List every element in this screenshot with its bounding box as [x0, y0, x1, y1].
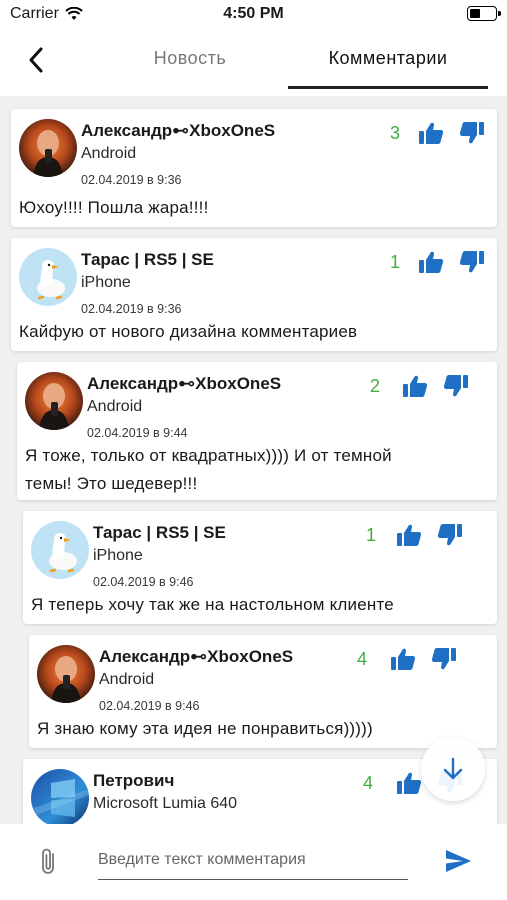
scroll-down-button[interactable] — [421, 737, 485, 801]
chevron-left-icon — [29, 47, 43, 73]
comment-card[interactable]: Александр⊷XboxOneS Android 02.04.2019 в 9:… — [11, 109, 497, 227]
comment-device: iPhone — [93, 547, 143, 564]
thumbs-up-icon — [403, 375, 428, 397]
comment-card[interactable]: Александр⊷XboxOneS Android 02.04.2019 в 9:… — [29, 635, 497, 748]
comment-score: 1 — [365, 525, 376, 545]
tab-news[interactable]: Новость — [110, 48, 270, 69]
comment-author[interactable]: Петрович — [93, 771, 174, 791]
comment-text-line: Я знаю кому эта идея не понравиться))))) — [37, 719, 373, 738]
comment-device: Android — [99, 671, 155, 688]
thumbs-down-icon — [443, 375, 468, 397]
comment-text-line: Я теперь хочу так же на настольном клиен… — [31, 595, 394, 614]
comment-text-line: темы! Это шедевер!!! — [25, 474, 198, 493]
send-icon — [446, 850, 471, 872]
comment-card[interactable]: Тарас | RS5 | SE iPhone 02.04.2019 в 9:36 1… — [11, 238, 497, 351]
thumbs-down-icon — [459, 251, 484, 273]
status-time: 4:50 PM — [223, 5, 284, 22]
thumbs-up-icon — [397, 772, 422, 794]
comment-text-line: Юхоу!!!! Пошла жара!!!! — [19, 198, 209, 217]
comment-date: 02.04.2019 в 9:46 — [93, 575, 194, 589]
comment-date: 02.04.2019 в 9:36 — [81, 302, 182, 316]
top-navigation: Новость Комментарии — [0, 30, 507, 90]
thumbs-up-icon — [419, 251, 444, 273]
comment-text-line: Я тоже, только от квадратных)))) И от те… — [25, 446, 392, 465]
avatar[interactable] — [19, 248, 77, 306]
thumbs-up-icon — [397, 524, 422, 546]
dislike-button[interactable] — [443, 374, 469, 398]
comment-card[interactable]: Александр⊷XboxOneS Android 02.04.2019 в 9:… — [17, 362, 497, 500]
arrow-down-icon — [443, 757, 463, 780]
comment-author[interactable]: Александр⊷XboxOneS — [81, 121, 275, 141]
like-button[interactable] — [418, 250, 444, 274]
comment-author[interactable]: Александр⊷XboxOneS — [99, 647, 293, 667]
status-bar: Carrier 4:50 PM — [0, 0, 507, 30]
back-button[interactable] — [22, 44, 50, 76]
like-button[interactable] — [418, 121, 444, 145]
like-button[interactable] — [390, 647, 416, 671]
comment-author[interactable]: Тарас | RS5 | SE — [93, 523, 226, 543]
avatar[interactable] — [19, 119, 77, 177]
avatar[interactable] — [25, 372, 83, 430]
comments-feed[interactable]: Александр⊷XboxOneS Android 02.04.2019 в 9:… — [0, 96, 507, 824]
paperclip-icon — [42, 848, 54, 874]
dislike-button[interactable] — [459, 250, 485, 274]
comment-author[interactable]: Тарас | RS5 | SE — [81, 250, 214, 270]
dislike-button[interactable] — [437, 523, 463, 547]
avatar[interactable] — [31, 521, 89, 579]
comment-device: Android — [87, 398, 143, 415]
comment-score: 2 — [369, 376, 380, 396]
comment-score: 4 — [362, 773, 373, 793]
comment-card[interactable]: Тарас | RS5 | SE iPhone 02.04.2019 в 9:46 1… — [23, 511, 497, 624]
dislike-button[interactable] — [431, 647, 457, 671]
avatar[interactable] — [37, 645, 95, 703]
comment-input[interactable] — [98, 840, 408, 880]
comment-date: 02.04.2019 в 9:44 — [87, 426, 188, 440]
like-button[interactable] — [396, 771, 422, 795]
battery-icon — [467, 6, 501, 21]
like-button[interactable] — [396, 523, 422, 547]
active-tab-indicator — [288, 86, 488, 89]
comment-author[interactable]: Александр⊷XboxOneS — [87, 374, 281, 394]
thumbs-down-icon — [459, 122, 484, 144]
like-button[interactable] — [402, 374, 428, 398]
attach-button[interactable] — [36, 846, 62, 878]
avatar[interactable] — [31, 769, 89, 824]
comment-device: iPhone — [81, 274, 131, 291]
comment-device: Android — [81, 145, 137, 162]
comment-composer — [0, 824, 507, 900]
dislike-button[interactable] — [459, 121, 485, 145]
comment-score: 1 — [389, 252, 400, 272]
thumbs-up-icon — [419, 122, 444, 144]
tab-comments[interactable]: Комментарии — [288, 48, 488, 69]
comment-score: 3 — [389, 123, 400, 143]
send-button[interactable] — [444, 848, 472, 874]
comment-date: 02.04.2019 в 9:36 — [81, 173, 182, 187]
comment-score: 4 — [356, 649, 367, 669]
thumbs-up-icon — [391, 648, 416, 670]
thumbs-down-icon — [431, 648, 456, 670]
thumbs-down-icon — [437, 524, 462, 546]
comment-device: Microsoft Lumia 640 — [93, 795, 238, 812]
comment-date: 02.04.2019 в 9:46 — [99, 699, 200, 713]
comment-text-line: Кайфую от нового дизайна комментариев — [19, 322, 358, 341]
